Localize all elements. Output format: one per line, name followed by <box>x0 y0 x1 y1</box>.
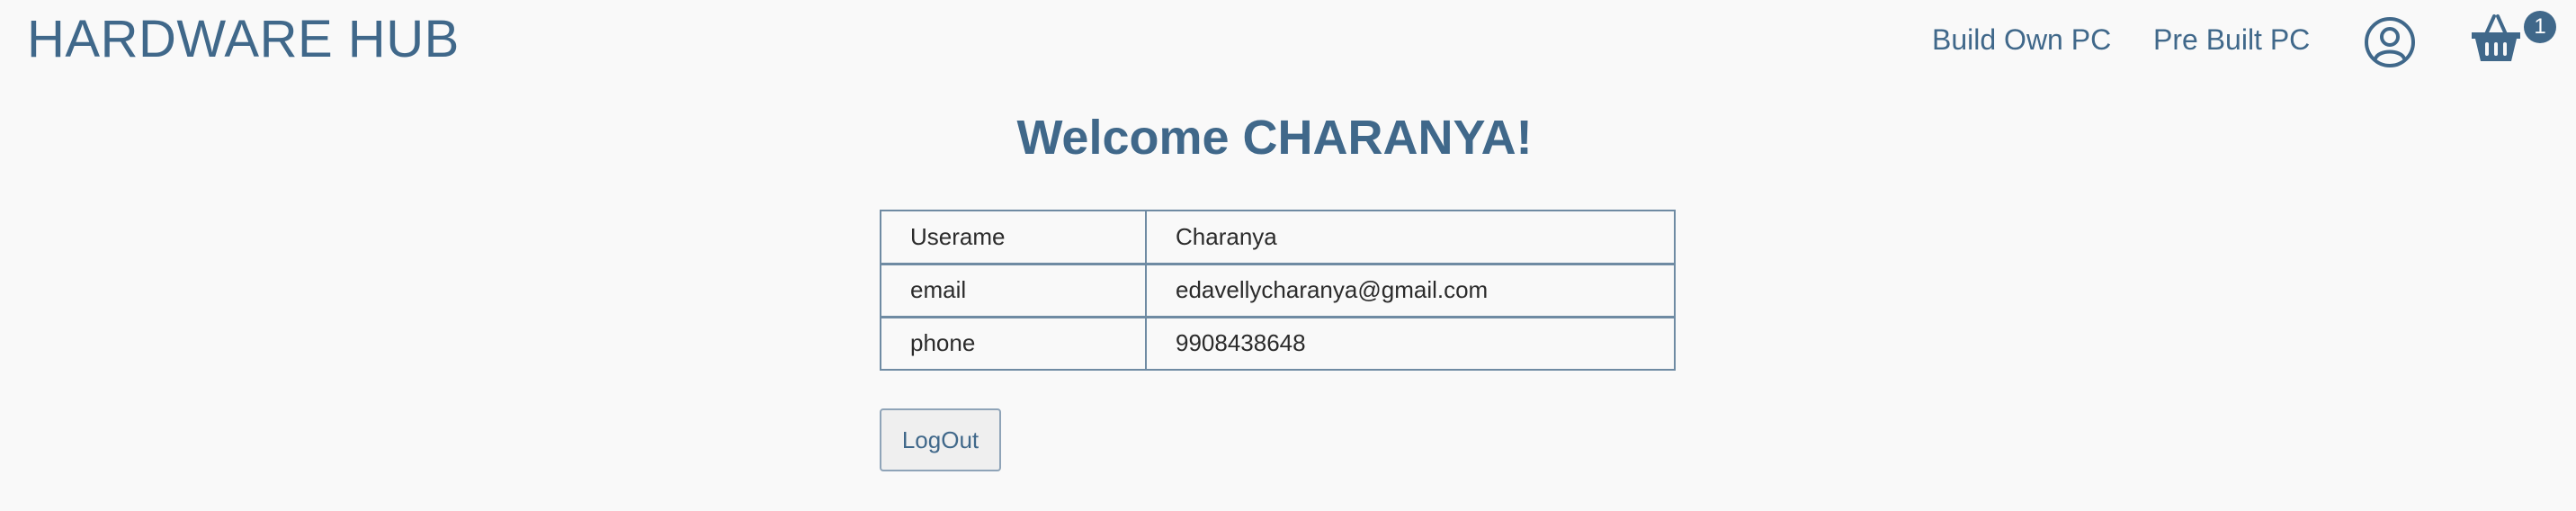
email-label: email <box>880 262 1147 318</box>
username-value: Charanya <box>1145 210 1676 264</box>
user-circle-icon[interactable] <box>2364 16 2416 68</box>
top-navbar: HARDWARE HUB Build Own PC Pre Built PC 1 <box>0 0 2576 83</box>
phone-value: 9908438648 <box>1145 315 1676 371</box>
table-row: phone 9908438648 <box>880 315 1676 371</box>
nav-link-build-own-pc[interactable]: Build Own PC <box>1932 23 2111 57</box>
profile-table: Userame Charanya email edavellycharanya@… <box>880 210 1676 371</box>
table-row: email edavellycharanya@gmail.com <box>880 262 1676 318</box>
email-value: edavellycharanya@gmail.com <box>1145 262 1676 318</box>
shopping-basket-icon[interactable] <box>2466 9 2526 68</box>
logout-button[interactable]: LogOut <box>880 408 1001 471</box>
table-row: Userame Charanya <box>880 210 1676 264</box>
brand-logo-text[interactable]: HARDWARE HUB <box>27 9 460 69</box>
username-label: Userame <box>880 210 1147 264</box>
welcome-heading: Welcome CHARANYA! <box>1016 111 1533 165</box>
phone-label: phone <box>880 315 1147 371</box>
cart-count-badge: 1 <box>2524 11 2556 43</box>
nav-link-pre-built-pc[interactable]: Pre Built PC <box>2153 23 2310 57</box>
